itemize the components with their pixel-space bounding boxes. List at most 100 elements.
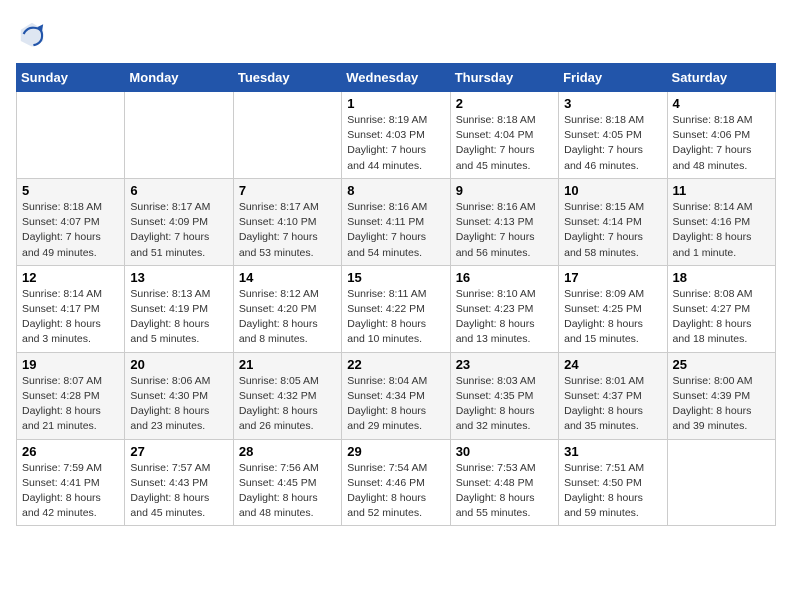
calendar-cell: 22 Sunrise: 8:04 AM Sunset: 4:34 PM Dayli…	[342, 352, 450, 439]
day-number: 8	[347, 183, 444, 198]
day-number: 16	[456, 270, 553, 285]
calendar-cell: 1Sunrise: 8:19 AM Sunset: 4:03 PM Daylig…	[342, 92, 450, 179]
calendar-cell: 24 Sunrise: 8:01 AM Sunset: 4:37 PM Dayli…	[559, 352, 667, 439]
calendar-cell: 25 Sunrise: 8:00 AM Sunset: 4:39 PM Dayli…	[667, 352, 775, 439]
day-info: Sunrise: 8:13 AM Sunset: 4:19 PM Dayligh…	[130, 287, 227, 348]
day-info: Sunrise: 8:18 AM Sunset: 4:07 PM Dayligh…	[22, 200, 119, 261]
day-info: Sunrise: 8:14 AM Sunset: 4:16 PM Dayligh…	[673, 200, 770, 261]
calendar-cell: 17 Sunrise: 8:09 AM Sunset: 4:25 PM Dayli…	[559, 265, 667, 352]
day-number: 29	[347, 444, 444, 459]
day-info: Sunrise: 8:18 AM Sunset: 4:05 PM Dayligh…	[564, 113, 661, 174]
day-number: 31	[564, 444, 661, 459]
calendar-cell: 30 Sunrise: 7:53 AM Sunset: 4:48 PM Dayli…	[450, 439, 558, 526]
day-info: Sunrise: 8:16 AM Sunset: 4:11 PM Dayligh…	[347, 200, 444, 261]
calendar-cell: 21Sunrise: 8:05 AM Sunset: 4:32 PM Dayli…	[233, 352, 341, 439]
calendar-cell: 6 Sunrise: 8:17 AM Sunset: 4:09 PM Daylig…	[125, 178, 233, 265]
calendar-cell	[233, 92, 341, 179]
day-info: Sunrise: 7:57 AM Sunset: 4:43 PM Dayligh…	[130, 461, 227, 522]
day-info: Sunrise: 8:11 AM Sunset: 4:22 PM Dayligh…	[347, 287, 444, 348]
day-info: Sunrise: 8:00 AM Sunset: 4:39 PM Dayligh…	[673, 374, 770, 435]
day-info: Sunrise: 8:06 AM Sunset: 4:30 PM Dayligh…	[130, 374, 227, 435]
day-number: 28	[239, 444, 336, 459]
day-info: Sunrise: 8:18 AM Sunset: 4:04 PM Dayligh…	[456, 113, 553, 174]
calendar-cell: 14 Sunrise: 8:12 AM Sunset: 4:20 PM Dayli…	[233, 265, 341, 352]
calendar-week-5: 26 Sunrise: 7:59 AM Sunset: 4:41 PM Dayli…	[17, 439, 776, 526]
calendar-cell: 9 Sunrise: 8:16 AM Sunset: 4:13 PM Daylig…	[450, 178, 558, 265]
day-number: 23	[456, 357, 553, 372]
day-number: 12	[22, 270, 119, 285]
day-number: 13	[130, 270, 227, 285]
day-number: 5	[22, 183, 119, 198]
day-number: 20	[130, 357, 227, 372]
day-number: 21	[239, 357, 336, 372]
day-info: Sunrise: 8:12 AM Sunset: 4:20 PM Dayligh…	[239, 287, 336, 348]
calendar-cell: 15 Sunrise: 8:11 AM Sunset: 4:22 PM Dayli…	[342, 265, 450, 352]
day-number: 25	[673, 357, 770, 372]
calendar-cell: 27 Sunrise: 7:57 AM Sunset: 4:43 PM Dayli…	[125, 439, 233, 526]
weekday-header-row: SundayMondayTuesdayWednesdayThursdayFrid…	[17, 64, 776, 92]
day-number: 17	[564, 270, 661, 285]
calendar-cell: 5 Sunrise: 8:18 AM Sunset: 4:07 PM Daylig…	[17, 178, 125, 265]
day-info: Sunrise: 8:15 AM Sunset: 4:14 PM Dayligh…	[564, 200, 661, 261]
calendar-cell: 12 Sunrise: 8:14 AM Sunset: 4:17 PM Dayli…	[17, 265, 125, 352]
day-info: Sunrise: 7:56 AM Sunset: 4:45 PM Dayligh…	[239, 461, 336, 522]
day-info: Sunrise: 8:07 AM Sunset: 4:28 PM Dayligh…	[22, 374, 119, 435]
day-number: 24	[564, 357, 661, 372]
calendar-cell: 29 Sunrise: 7:54 AM Sunset: 4:46 PM Dayli…	[342, 439, 450, 526]
calendar-cell: 20 Sunrise: 8:06 AM Sunset: 4:30 PM Dayli…	[125, 352, 233, 439]
day-number: 9	[456, 183, 553, 198]
day-info: Sunrise: 8:18 AM Sunset: 4:06 PM Dayligh…	[673, 113, 770, 174]
day-info: Sunrise: 8:17 AM Sunset: 4:09 PM Dayligh…	[130, 200, 227, 261]
day-number: 14	[239, 270, 336, 285]
weekday-header-tuesday: Tuesday	[233, 64, 341, 92]
day-number: 19	[22, 357, 119, 372]
calendar-week-1: 1Sunrise: 8:19 AM Sunset: 4:03 PM Daylig…	[17, 92, 776, 179]
day-number: 4	[673, 96, 770, 111]
day-info: Sunrise: 8:16 AM Sunset: 4:13 PM Dayligh…	[456, 200, 553, 261]
day-info: Sunrise: 8:04 AM Sunset: 4:34 PM Dayligh…	[347, 374, 444, 435]
day-number: 11	[673, 183, 770, 198]
weekday-header-saturday: Saturday	[667, 64, 775, 92]
logo	[16, 20, 46, 53]
calendar-cell	[667, 439, 775, 526]
weekday-header-friday: Friday	[559, 64, 667, 92]
day-info: Sunrise: 8:10 AM Sunset: 4:23 PM Dayligh…	[456, 287, 553, 348]
day-number: 27	[130, 444, 227, 459]
weekday-header-sunday: Sunday	[17, 64, 125, 92]
day-number: 1	[347, 96, 444, 111]
day-info: Sunrise: 7:51 AM Sunset: 4:50 PM Dayligh…	[564, 461, 661, 522]
calendar-cell: 8 Sunrise: 8:16 AM Sunset: 4:11 PM Daylig…	[342, 178, 450, 265]
calendar-cell	[125, 92, 233, 179]
calendar-cell: 11 Sunrise: 8:14 AM Sunset: 4:16 PM Dayli…	[667, 178, 775, 265]
calendar-cell: 10Sunrise: 8:15 AM Sunset: 4:14 PM Dayli…	[559, 178, 667, 265]
calendar-week-3: 12 Sunrise: 8:14 AM Sunset: 4:17 PM Dayli…	[17, 265, 776, 352]
calendar-cell: 18Sunrise: 8:08 AM Sunset: 4:27 PM Dayli…	[667, 265, 775, 352]
calendar-cell: 31 Sunrise: 7:51 AM Sunset: 4:50 PM Dayli…	[559, 439, 667, 526]
calendar-cell: 16 Sunrise: 8:10 AM Sunset: 4:23 PM Dayli…	[450, 265, 558, 352]
day-number: 6	[130, 183, 227, 198]
day-number: 15	[347, 270, 444, 285]
day-info: Sunrise: 8:17 AM Sunset: 4:10 PM Dayligh…	[239, 200, 336, 261]
day-info: Sunrise: 7:53 AM Sunset: 4:48 PM Dayligh…	[456, 461, 553, 522]
day-number: 22	[347, 357, 444, 372]
calendar-cell: 2 Sunrise: 8:18 AM Sunset: 4:04 PM Daylig…	[450, 92, 558, 179]
day-number: 18	[673, 270, 770, 285]
calendar-cell	[17, 92, 125, 179]
page-header	[16, 16, 776, 53]
day-info: Sunrise: 7:54 AM Sunset: 4:46 PM Dayligh…	[347, 461, 444, 522]
day-number: 26	[22, 444, 119, 459]
weekday-header-thursday: Thursday	[450, 64, 558, 92]
calendar-table: SundayMondayTuesdayWednesdayThursdayFrid…	[16, 63, 776, 526]
day-number: 30	[456, 444, 553, 459]
day-number: 2	[456, 96, 553, 111]
weekday-header-wednesday: Wednesday	[342, 64, 450, 92]
day-info: Sunrise: 8:09 AM Sunset: 4:25 PM Dayligh…	[564, 287, 661, 348]
day-info: Sunrise: 7:59 AM Sunset: 4:41 PM Dayligh…	[22, 461, 119, 522]
day-info: Sunrise: 8:01 AM Sunset: 4:37 PM Dayligh…	[564, 374, 661, 435]
day-info: Sunrise: 8:03 AM Sunset: 4:35 PM Dayligh…	[456, 374, 553, 435]
day-info: Sunrise: 8:14 AM Sunset: 4:17 PM Dayligh…	[22, 287, 119, 348]
logo-icon	[18, 20, 46, 48]
day-number: 7	[239, 183, 336, 198]
calendar-cell: 3Sunrise: 8:18 AM Sunset: 4:05 PM Daylig…	[559, 92, 667, 179]
calendar-cell: 7 Sunrise: 8:17 AM Sunset: 4:10 PM Daylig…	[233, 178, 341, 265]
